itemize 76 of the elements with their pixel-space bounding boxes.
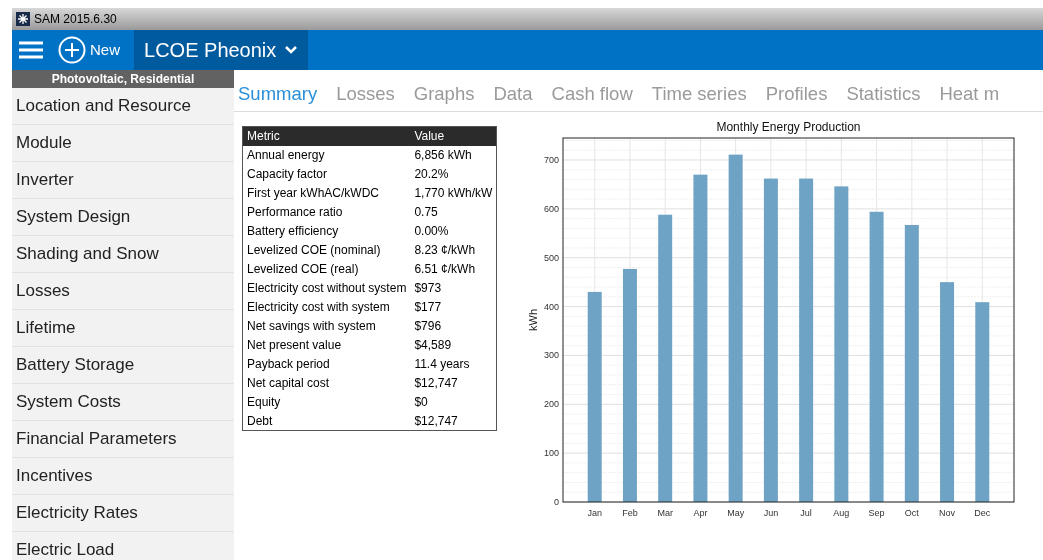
x-tick-label: Jan	[587, 508, 603, 518]
sidebar-item[interactable]: Inverter	[12, 162, 234, 199]
sidebar-item[interactable]: System Design	[12, 199, 234, 236]
sidebar-item[interactable]: Losses	[12, 273, 234, 310]
table-cell: 6,856 kWh	[410, 145, 497, 165]
table-cell: $0	[410, 392, 497, 412]
table-cell: Debt	[242, 411, 411, 431]
table-cell: Annual energy	[242, 145, 411, 165]
table-cell: 0.00%	[410, 221, 497, 241]
y-tick-label: 500	[544, 252, 560, 263]
sidebar-item[interactable]: Incentives	[12, 458, 234, 495]
chevron-down-icon	[284, 45, 299, 55]
sidebar-item[interactable]: Battery Storage	[12, 347, 234, 384]
y-axis-label: kWh	[527, 309, 540, 331]
table-cell: Equity	[242, 392, 411, 412]
table-cell: 1,770 kWh/kW	[410, 183, 497, 203]
table-cell: Electricity cost without system	[242, 278, 411, 298]
sidebar-item[interactable]: Electricity Rates	[12, 495, 234, 532]
x-tick-label: Dec	[974, 508, 991, 518]
table-cell: $12,747	[410, 373, 497, 393]
x-tick-label: Feb	[622, 508, 639, 518]
sidebar-item[interactable]: System Costs	[12, 384, 234, 421]
table-cell: Net savings with system	[242, 316, 411, 336]
x-tick-label: Nov	[939, 508, 956, 518]
project-tab[interactable]: LCOE Pheonix	[134, 30, 309, 70]
column-header: Metric	[242, 126, 411, 146]
table-cell: Performance ratio	[242, 202, 411, 222]
table-cell: 6.51 ¢/kWh	[410, 259, 497, 279]
x-tick-label: May	[727, 508, 745, 518]
add-icon	[58, 36, 86, 64]
x-tick-label: Jun	[764, 508, 779, 518]
x-tick-label: Mar	[657, 508, 674, 518]
menu-icon[interactable]	[18, 40, 44, 60]
sidebar-item[interactable]: Module	[12, 125, 234, 162]
chart-title: Monthly Energy Production	[716, 120, 861, 134]
y-tick-label: 0	[554, 497, 560, 507]
y-tick-label: 700	[544, 155, 560, 165]
sidebar-header: Photovoltaic, Residential	[12, 70, 234, 88]
table-cell: $796	[410, 316, 497, 336]
y-tick-label: 600	[544, 203, 560, 214]
table-cell: $4,589	[410, 335, 497, 355]
table-cell: Capacity factor	[242, 164, 411, 184]
table-cell: $973	[410, 278, 497, 298]
table-cell: Levelized COE (nominal)	[242, 240, 411, 260]
column-header: Value	[410, 126, 497, 146]
table-cell: 20.2%	[410, 164, 497, 184]
y-tick-label: 400	[544, 301, 560, 312]
x-tick-label: Sep	[869, 508, 885, 518]
table-cell: 8.23 ¢/kWh	[410, 240, 497, 260]
table-cell: Electricity cost with system	[242, 297, 411, 317]
x-tick-label: Apr	[693, 508, 708, 518]
new-button[interactable]: New	[58, 30, 120, 70]
table-cell: Net present value	[242, 335, 411, 355]
table-cell: $12,747	[410, 411, 497, 431]
sidebar-item[interactable]: Financial Parameters	[12, 421, 234, 458]
table-cell: Payback period	[242, 354, 411, 374]
x-tick-label: Jul	[800, 508, 813, 518]
table-cell: Net capital cost	[242, 373, 411, 393]
table-cell: $177	[410, 297, 497, 317]
sidebar-item[interactable]: Electric Load	[12, 532, 234, 560]
table-cell: 11.4 years	[410, 354, 497, 374]
table-cell: Levelized COE (real)	[242, 259, 411, 279]
tab[interactable]: Summary	[238, 82, 318, 106]
x-tick-label: Aug	[833, 508, 850, 518]
sidebar-item[interactable]: Location and Resource	[12, 88, 234, 125]
x-tick-label: Oct	[905, 508, 920, 518]
sidebar-item[interactable]: Shading and Snow	[12, 236, 234, 273]
table-cell: 0.75	[410, 202, 497, 222]
y-tick-label: 300	[544, 350, 560, 361]
y-tick-label: 100	[544, 448, 560, 459]
app-icon	[16, 12, 30, 26]
sidebar-item[interactable]: Lifetime	[12, 310, 234, 347]
y-tick-label: 200	[544, 399, 560, 410]
table-cell: Battery efficiency	[242, 221, 411, 241]
window-title: SAM 2015.6.30	[34, 11, 117, 28]
table-cell: First year kWhAC/kWDC	[242, 183, 411, 203]
